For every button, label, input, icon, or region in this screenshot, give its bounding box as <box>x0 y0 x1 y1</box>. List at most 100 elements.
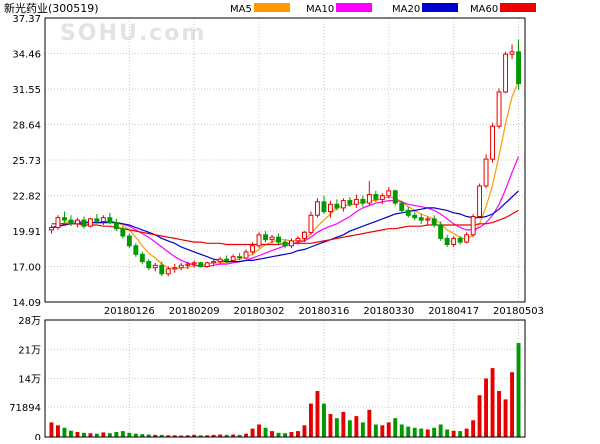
candle-body <box>516 51 521 84</box>
candle-body <box>295 237 301 242</box>
candle-body <box>113 222 119 230</box>
candle-body <box>399 202 405 211</box>
volume-bar <box>120 431 125 437</box>
candle-body <box>353 198 359 205</box>
candle-body <box>133 245 139 255</box>
candle <box>490 122 496 163</box>
candle-body <box>282 241 288 247</box>
candle <box>503 51 509 94</box>
price-tick-label: 28.64 <box>12 121 41 132</box>
date-tick-label: 20180417 <box>428 306 479 317</box>
candle <box>392 189 398 206</box>
volume-bar <box>477 395 482 437</box>
volume-bar <box>471 420 476 437</box>
volume-bar <box>127 432 132 437</box>
volume-bar <box>503 399 508 437</box>
candle-body <box>139 253 145 263</box>
candle-body <box>276 236 282 243</box>
candle-body <box>269 236 275 241</box>
volume-bar <box>69 430 73 437</box>
volume-bar <box>484 378 488 437</box>
candle <box>256 232 262 249</box>
candle-body <box>483 158 489 187</box>
candle-body <box>94 218 100 222</box>
candle <box>198 261 204 268</box>
candle-body <box>360 198 366 204</box>
volume-bar <box>250 428 255 437</box>
price-tick-label: 19.91 <box>12 227 41 238</box>
candle-body <box>126 235 132 247</box>
volume-bar <box>257 424 261 437</box>
volume-bar <box>107 433 112 437</box>
candle-body <box>198 262 204 267</box>
candle-body <box>159 264 165 275</box>
legend-label-ma10: MA10 <box>306 4 334 15</box>
volume-tick-label: 14万 <box>18 375 41 386</box>
volume-tick-label: 71894 <box>9 403 41 414</box>
candle-body <box>509 51 515 55</box>
volume-bar <box>490 368 495 437</box>
volume-bar <box>373 424 378 437</box>
candle-body <box>88 218 93 227</box>
volume-bar <box>334 418 339 437</box>
candle-body <box>146 261 152 269</box>
volume-bar <box>445 429 450 437</box>
volume-bar <box>101 432 106 437</box>
volume-bar <box>270 431 274 437</box>
candle-body <box>477 185 483 217</box>
price-axis: 37.37 34.46 31.55 28.64 25.73 22.82 19.91 17.00… <box>12 14 41 309</box>
candle-body <box>315 201 320 216</box>
candle-body <box>438 224 444 239</box>
candle-body <box>256 234 262 247</box>
candle <box>496 88 502 129</box>
candle-body <box>392 190 398 204</box>
date-tick-label: 20180316 <box>298 306 349 317</box>
candle <box>204 261 210 268</box>
candle-body <box>224 258 230 261</box>
price-tick-label: 34.46 <box>12 50 41 61</box>
candle-body <box>55 217 61 228</box>
volume-bar <box>341 411 346 437</box>
volume-bar <box>315 391 320 437</box>
volume-bar <box>464 428 469 437</box>
volume-bar <box>283 433 287 437</box>
candle-body <box>289 240 294 247</box>
volume-bar <box>393 418 398 437</box>
candle-body <box>444 237 450 245</box>
candle <box>88 217 93 228</box>
price-tick-label: 17.00 <box>12 263 41 274</box>
volume-bar <box>276 432 281 437</box>
date-tick-label: 20180302 <box>234 306 285 317</box>
candle-body <box>250 245 256 253</box>
volume-bar <box>263 427 268 437</box>
candle-body <box>503 53 509 93</box>
candle <box>477 183 483 218</box>
date-tick-label: 20180330 <box>363 306 414 317</box>
candle-body <box>191 262 197 265</box>
volume-bar <box>347 420 352 437</box>
candle-body <box>81 219 87 227</box>
candle-body <box>431 218 437 226</box>
volume-bar <box>510 372 514 437</box>
candle-body <box>204 262 210 267</box>
candle-body <box>107 217 113 224</box>
candle-body <box>49 227 54 231</box>
candle-body <box>464 234 470 243</box>
volume-bar <box>497 391 501 437</box>
candle-body <box>334 203 340 209</box>
volume-bar <box>82 432 86 437</box>
date-tick-label: 20180209 <box>169 306 220 317</box>
legend-swatch-ma60 <box>500 3 536 12</box>
candle-body <box>347 200 353 205</box>
candle <box>133 243 139 257</box>
candle-body <box>75 219 80 225</box>
candle-body <box>405 209 411 216</box>
volume-bar <box>399 424 404 437</box>
price-tick-label: 37.37 <box>12 14 41 25</box>
candle-body <box>340 200 346 209</box>
candle-body <box>470 216 476 236</box>
volume-bar <box>114 432 119 437</box>
candle-body <box>185 263 191 266</box>
candle-body <box>237 256 243 259</box>
volume-tick-label: 28万 <box>18 316 41 327</box>
